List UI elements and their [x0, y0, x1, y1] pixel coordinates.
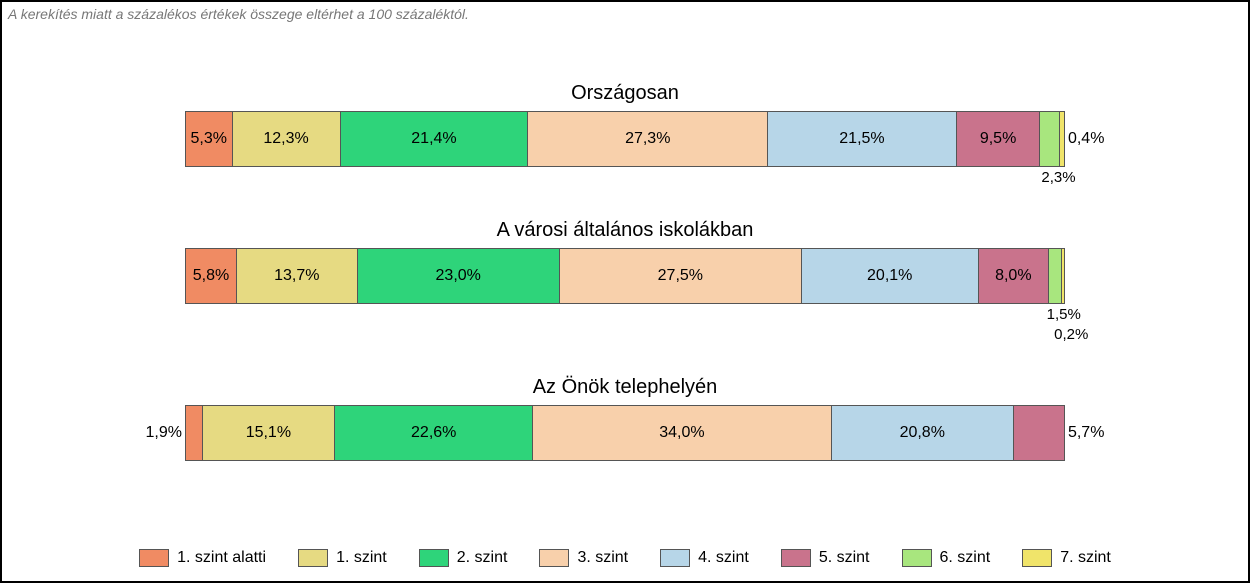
legend-label: 4. szint: [698, 549, 749, 567]
bar-segment: 27,5%: [560, 249, 802, 303]
legend-swatch: [139, 549, 169, 567]
bar-segment: [1062, 249, 1064, 303]
segment-label: 1,5%: [1047, 306, 1081, 323]
bar-segment: 21,4%: [341, 112, 529, 166]
bar-segment: [1040, 112, 1060, 166]
rounding-note: A kerekítés miatt a százalékos értékek ö…: [8, 6, 469, 22]
bar-group: Országosan 5,3%12,3%21,4%27,3%21,5%9,5% 0,…: [2, 82, 1248, 191]
legend-item: 2. szint: [419, 549, 508, 567]
legend-swatch: [1022, 549, 1052, 567]
segment-label: 1,9%: [146, 424, 182, 442]
stacked-bar-charts: Országosan 5,3%12,3%21,4%27,3%21,5%9,5% 0,…: [2, 82, 1248, 489]
legend-label: 6. szint: [940, 549, 991, 567]
legend: 1. szint alatti 1. szint 2. szint 3. szint 4…: [2, 549, 1248, 567]
legend-label: 3. szint: [577, 549, 628, 567]
bar-segment: 21,5%: [768, 112, 957, 166]
legend-swatch: [298, 549, 328, 567]
legend-swatch: [419, 549, 449, 567]
bar-segment: 1,9%: [186, 406, 203, 460]
segment-label: 0,4%: [1068, 130, 1104, 148]
bar-segment: 13,7%: [237, 249, 358, 303]
segment-label: 2,3%: [1041, 169, 1075, 186]
bar-segment: 5,3%: [186, 112, 233, 166]
legend-label: 1. szint: [336, 549, 387, 567]
bar-group: Az Önök telephelyén1,9%15,1%22,6%34,0%20…: [2, 376, 1248, 461]
bar-segment: 20,8%: [832, 406, 1014, 460]
bar-group-title: Országosan: [2, 82, 1248, 105]
legend-item: 7. szint: [1022, 549, 1111, 567]
legend-label: 1. szint alatti: [177, 549, 266, 567]
bar-segment: 5,8%: [186, 249, 237, 303]
legend-swatch: [660, 549, 690, 567]
chart-frame: A kerekítés miatt a százalékos értékek ö…: [0, 0, 1250, 583]
bar-segment: 20,1%: [802, 249, 979, 303]
bar-segment: 12,3%: [233, 112, 341, 166]
bar-segment: 0,4%: [1060, 112, 1064, 166]
legend-swatch: [902, 549, 932, 567]
stacked-bar: 5,8%13,7%23,0%27,5%20,1%8,0%: [185, 248, 1065, 304]
legend-item: 4. szint: [660, 549, 749, 567]
segment-label: 5,7%: [1068, 424, 1104, 442]
bar-segment: 23,0%: [358, 249, 560, 303]
legend-label: 5. szint: [819, 549, 870, 567]
legend-item: 1. szint alatti: [139, 549, 266, 567]
bar-segment: [1049, 249, 1062, 303]
bar-group: A városi általános iskolákban 5,8%13,7%23…: [2, 219, 1248, 348]
legend-item: 5. szint: [781, 549, 870, 567]
bar-segment: 5,7%: [1014, 406, 1064, 460]
bar-group-title: A városi általános iskolákban: [2, 219, 1248, 242]
bar-group-title: Az Önök telephelyén: [2, 376, 1248, 399]
segment-label: 0,2%: [1054, 326, 1088, 343]
bar-segment: 15,1%: [203, 406, 335, 460]
bar-segment: 34,0%: [533, 406, 831, 460]
bar-wrap: 5,3%12,3%21,4%27,3%21,5%9,5% 0,4%: [185, 111, 1065, 167]
bar-wrap: 5,8%13,7%23,0%27,5%20,1%8,0%: [185, 248, 1065, 304]
legend-item: 1. szint: [298, 549, 387, 567]
legend-item: 6. szint: [902, 549, 991, 567]
bar-segment: 9,5%: [957, 112, 1040, 166]
below-labels: 1,5%0,2%: [185, 306, 1065, 348]
legend-swatch: [781, 549, 811, 567]
bar-segment: 27,3%: [528, 112, 768, 166]
stacked-bar: 1,9%15,1%22,6%34,0%20,8%5,7%: [185, 405, 1065, 461]
bar-segment: 8,0%: [979, 249, 1049, 303]
legend-item: 3. szint: [539, 549, 628, 567]
bar-wrap: 1,9%15,1%22,6%34,0%20,8%5,7%: [185, 405, 1065, 461]
below-labels: 2,3%: [185, 169, 1065, 191]
stacked-bar: 5,3%12,3%21,4%27,3%21,5%9,5% 0,4%: [185, 111, 1065, 167]
legend-swatch: [539, 549, 569, 567]
bar-segment: 22,6%: [335, 406, 533, 460]
legend-label: 2. szint: [457, 549, 508, 567]
legend-label: 7. szint: [1060, 549, 1111, 567]
